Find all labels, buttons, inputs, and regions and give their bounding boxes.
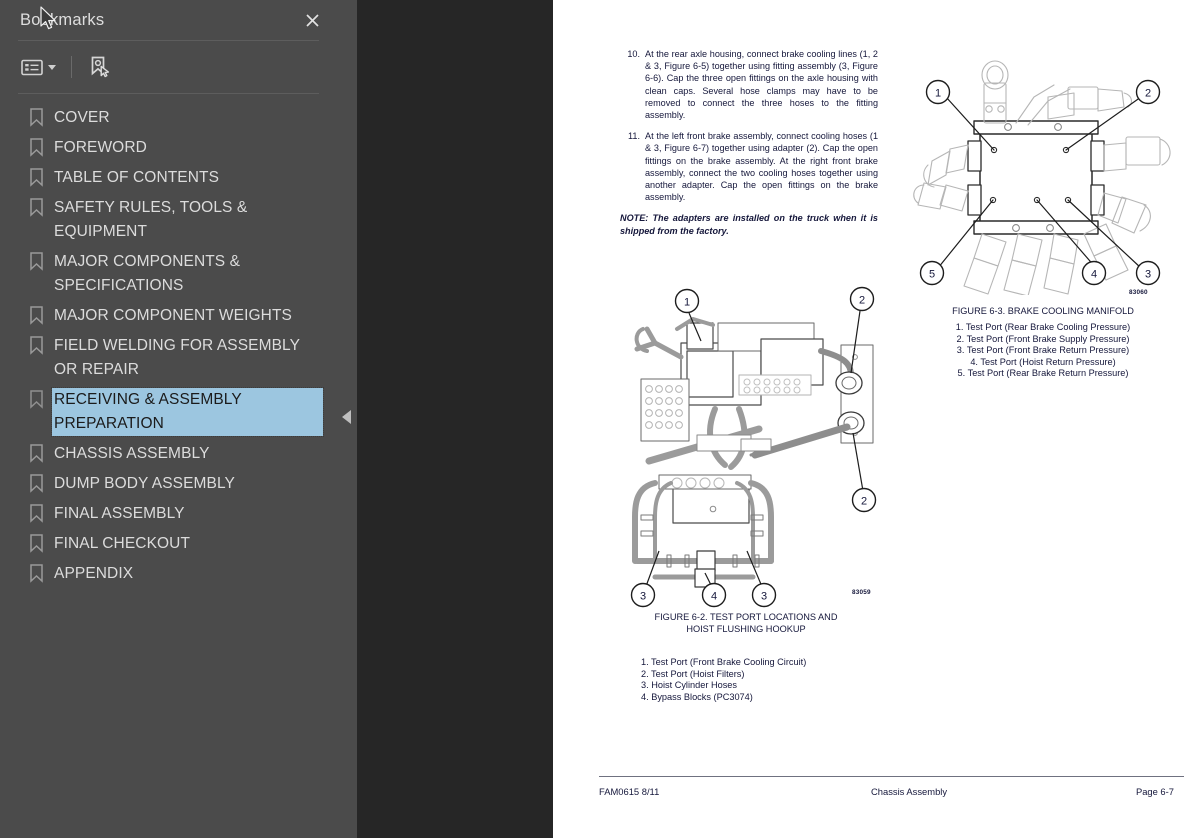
bookmark-icon	[30, 106, 52, 127]
pdf-page: 10. At the rear axle housing, connect br…	[553, 0, 1200, 838]
footer-document-code: FAM0615 8/11	[599, 786, 660, 797]
bookmark-item[interactable]: DUMP BODY ASSEMBLY	[0, 469, 337, 499]
svg-text:2: 2	[859, 295, 865, 307]
svg-text:1: 1	[684, 297, 690, 309]
legend-line: 4. Bypass Blocks (PC3074)	[641, 691, 753, 702]
figure-6-3-drawing: 1 2 3 4 5	[898, 45, 1188, 295]
legend-line: 4. Test Port (Hoist Return Pressure)	[970, 356, 1116, 367]
page-footer: FAM0615 8/11 Chassis Assembly Page 6-7	[599, 786, 1184, 797]
svg-text:2: 2	[1145, 88, 1151, 100]
bookmark-label: MAJOR COMPONENT WEIGHTS	[54, 307, 292, 324]
bookmark-item[interactable]: APPENDIX	[0, 559, 337, 589]
bookmark-item[interactable]: COVER	[0, 103, 337, 133]
bookmark-item[interactable]: CHASSIS ASSEMBLY	[0, 439, 337, 469]
bookmark-icon	[30, 532, 52, 553]
bookmark-label: CHASSIS ASSEMBLY	[54, 445, 210, 462]
bookmarks-list: COVER FOREWORD TABLE OF CONTENTS SAFETY RUL…	[0, 94, 337, 589]
instruction-text: At the left front brake assembly, connec…	[645, 131, 878, 203]
bookmark-item[interactable]: FINAL ASSEMBLY	[0, 499, 337, 529]
figure-6-2-caption: FIGURE 6-2. TEST PORT LOCATIONS AND HOIS…	[601, 611, 891, 635]
instruction-list: 10. At the rear axle housing, connect br…	[620, 48, 878, 237]
bookmark-item[interactable]: FIELD WELDING FOR ASSEMBLY OR REPAIR	[0, 331, 337, 385]
legend-line: 1. Test Port (Front Brake Cooling Circui…	[641, 657, 807, 667]
legend-line: 2. Test Port (Front Brake Supply Pressur…	[956, 333, 1130, 344]
bookmarks-toolbar	[0, 41, 337, 93]
close-icon[interactable]	[299, 7, 325, 33]
bookmark-icon	[30, 304, 52, 325]
bookmark-label: APPENDIX	[54, 565, 134, 582]
bookmark-item[interactable]: MAJOR COMPONENTS & SPECIFICATIONS	[0, 247, 337, 301]
bookmark-icon	[30, 442, 52, 463]
bookmark-label: MAJOR COMPONENTS & SPECIFICATIONS	[54, 253, 241, 294]
bookmark-label: TABLE OF CONTENTS	[54, 169, 220, 186]
bookmarks-panel: Bookmarks COVER FOREWORD TABLE OF CONTEN…	[0, 0, 337, 838]
new-bookmark-icon[interactable]	[84, 52, 114, 82]
instruction-number: 11.	[628, 131, 640, 142]
pdf-viewer-window: Bookmarks COVER FOREWORD TABLE OF CONTEN…	[0, 0, 1200, 838]
footer-section-title: Chassis Assembly	[871, 786, 948, 797]
bookmark-icon	[30, 472, 52, 493]
bookmark-label: FOREWORD	[54, 139, 147, 156]
svg-text:1: 1	[935, 88, 941, 100]
bookmark-icon	[30, 562, 52, 583]
instruction-text: At the rear axle housing, connect brake …	[645, 49, 878, 121]
bookmark-item[interactable]: SAFETY RULES, TOOLS & EQUIPMENT	[0, 193, 337, 247]
svg-text:3: 3	[1145, 269, 1151, 281]
chevron-down-icon[interactable]	[48, 64, 56, 70]
bookmark-icon	[30, 502, 52, 523]
bookmark-icon	[30, 136, 52, 157]
bookmark-item[interactable]: FINAL CHECKOUT	[0, 529, 337, 559]
bookmark-icon	[30, 196, 52, 217]
instruction-item: 11. At the left front brake assembly, co…	[620, 130, 878, 203]
toolbar-divider	[71, 56, 72, 78]
note-text: NOTE: The adapters are installed on the …	[620, 213, 878, 236]
legend-line: 3. Test Port (Front Brake Return Pressur…	[956, 345, 1130, 356]
bookmark-item[interactable]: RECEIVING & ASSEMBLY PREPARATION	[0, 385, 337, 439]
instruction-number: 10.	[627, 49, 640, 59]
bookmark-label: FIELD WELDING FOR ASSEMBLY OR REPAIR	[54, 337, 300, 378]
legend-line: 3. Hoist Cylinder Hoses	[641, 680, 737, 691]
svg-text:4: 4	[1091, 269, 1097, 281]
instruction-item: 10. At the rear axle housing, connect br…	[620, 48, 878, 121]
figure-6-2-caption-line2: HOIST FLUSHING HOOKUP	[686, 624, 806, 634]
footer-divider	[599, 776, 1184, 777]
collapse-left-icon[interactable]	[342, 410, 351, 424]
bookmarks-panel-title: Bookmarks	[20, 10, 105, 29]
bookmark-item[interactable]: TABLE OF CONTENTS	[0, 163, 337, 193]
bookmark-label: FINAL CHECKOUT	[54, 535, 191, 552]
bookmark-item[interactable]: MAJOR COMPONENT WEIGHTS	[0, 301, 337, 331]
svg-text:3: 3	[761, 591, 767, 603]
legend-line: 5. Test Port (Rear Brake Return Pressure…	[957, 368, 1129, 379]
list-options-icon[interactable]	[18, 52, 59, 82]
figure-6-3-legend: 1. Test Port (Rear Brake Cooling Pressur…	[893, 322, 1193, 380]
figure-6-2-caption-line1: FIGURE 6-2. TEST PORT LOCATIONS AND	[654, 612, 838, 622]
footer-page-number: Page 6-7	[1135, 786, 1174, 797]
panel-collapse-handle[interactable]	[337, 0, 357, 838]
figure-6-2-drawing: 1 2 2 3 4 3	[615, 283, 900, 608]
bookmark-label: FINAL ASSEMBLY	[54, 505, 185, 522]
bookmark-icon	[30, 250, 52, 271]
figure-6-3-caption: FIGURE 6-3. BRAKE COOLING MANIFOLD	[952, 306, 1134, 316]
svg-text:4: 4	[711, 591, 717, 603]
bookmarks-panel-header: Bookmarks	[0, 0, 337, 40]
bookmark-icon	[30, 388, 52, 409]
legend-line: 2. Test Port (Hoist Filters)	[641, 668, 745, 679]
document-viewer[interactable]: 10. At the rear axle housing, connect br…	[357, 0, 1200, 838]
figure-6-3-drawing-number: 83060	[1129, 289, 1148, 296]
bookmark-icon	[30, 166, 52, 187]
figure-6-2-legend: 1. Test Port (Front Brake Cooling Circui…	[641, 657, 921, 703]
svg-text:2: 2	[861, 496, 867, 508]
figure-6-2-drawing-number: 83059	[852, 589, 871, 596]
bookmark-label: COVER	[54, 109, 110, 126]
legend-line: 1. Test Port (Rear Brake Cooling Pressur…	[955, 322, 1131, 332]
bookmark-icon	[30, 334, 52, 355]
bookmark-item[interactable]: FOREWORD	[0, 133, 337, 163]
bookmark-label: DUMP BODY ASSEMBLY	[54, 475, 235, 492]
svg-text:5: 5	[929, 269, 935, 281]
bookmark-label: RECEIVING & ASSEMBLY PREPARATION	[51, 387, 324, 437]
bookmark-label: SAFETY RULES, TOOLS & EQUIPMENT	[54, 199, 248, 240]
svg-text:3: 3	[640, 591, 646, 603]
